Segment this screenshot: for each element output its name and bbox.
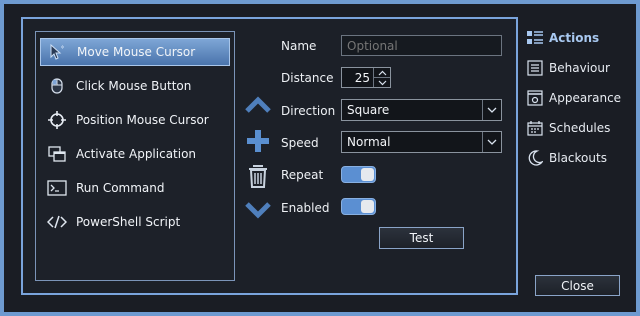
test-button[interactable]: Test — [379, 227, 464, 249]
trash-icon — [249, 165, 267, 188]
calendar-icon — [527, 120, 543, 136]
nav-label: Schedules — [549, 121, 611, 135]
nav-actions[interactable]: Actions — [527, 30, 599, 46]
direction-value: Square — [347, 103, 390, 117]
speed-value: Normal — [347, 135, 391, 149]
chevron-down-icon — [245, 202, 271, 219]
appearance-icon — [527, 90, 543, 106]
add-button[interactable] — [244, 129, 272, 157]
distance-value: 25 — [354, 71, 370, 85]
toggle-knob — [361, 168, 374, 181]
list-item-click-mouse-button[interactable]: Click Mouse Button — [40, 72, 230, 100]
nav-blackouts[interactable]: Blackouts — [527, 150, 607, 166]
repeat-toggle[interactable] — [341, 166, 376, 183]
mouse-cursor-icon — [47, 42, 69, 62]
name-field[interactable] — [341, 35, 502, 56]
delete-button[interactable] — [244, 163, 272, 193]
list-item-position-mouse-cursor[interactable]: Position Mouse Cursor — [40, 106, 230, 134]
list-item-label: Activate Application — [76, 147, 197, 161]
direction-label: Direction — [281, 104, 336, 118]
list-item-label: Click Mouse Button — [76, 79, 192, 93]
list-item-label: Position Mouse Cursor — [76, 113, 209, 127]
close-button[interactable]: Close — [535, 275, 620, 296]
distance-stepper[interactable]: 25 — [341, 67, 391, 88]
direction-select[interactable]: Square — [341, 99, 502, 121]
chevron-down-icon — [378, 80, 386, 85]
chevron-down-icon — [482, 100, 501, 120]
speed-label: Speed — [281, 136, 319, 150]
enabled-label: Enabled — [281, 201, 330, 215]
decrement-button[interactable] — [374, 77, 390, 87]
moon-icon — [527, 150, 543, 166]
crosshair-icon — [46, 110, 68, 130]
chevron-up-icon — [245, 96, 271, 113]
list-item-label: Move Mouse Cursor — [77, 45, 196, 59]
nav-label: Blackouts — [549, 151, 607, 165]
enabled-toggle[interactable] — [341, 198, 376, 215]
nav-label: Behaviour — [549, 61, 610, 75]
list-item-move-mouse-cursor[interactable]: Move Mouse Cursor — [40, 38, 230, 66]
distance-label: Distance — [281, 71, 334, 85]
list-item-activate-application[interactable]: Activate Application — [40, 140, 230, 168]
increment-button[interactable] — [374, 68, 390, 77]
list-item-label: PowerShell Script — [76, 215, 181, 229]
chevron-up-icon — [378, 70, 386, 75]
nav-label: Appearance — [549, 91, 622, 105]
list-item-run-command[interactable]: Run Command — [40, 174, 230, 202]
nav-appearance[interactable]: Appearance — [527, 90, 621, 106]
terminal-icon — [46, 178, 68, 198]
move-up-button[interactable] — [244, 96, 272, 118]
windows-icon — [46, 144, 68, 164]
list-item-label: Run Command — [76, 181, 165, 195]
mouse-icon — [46, 76, 68, 96]
list-item-powershell-script[interactable]: PowerShell Script — [40, 208, 230, 236]
nav-behaviour[interactable]: Behaviour — [527, 60, 610, 76]
nav-schedules[interactable]: Schedules — [527, 120, 610, 136]
repeat-label: Repeat — [281, 168, 324, 182]
name-label: Name — [281, 39, 317, 53]
code-icon — [46, 212, 68, 232]
action-list[interactable]: Move Mouse Cursor Click Mouse Button Pos… — [35, 31, 235, 281]
speed-select[interactable]: Normal — [341, 131, 502, 153]
list-icon — [527, 30, 543, 46]
toggle-knob — [361, 200, 374, 213]
plus-icon — [247, 130, 269, 152]
move-down-button[interactable] — [244, 201, 272, 223]
nav-label: Actions — [549, 31, 600, 45]
chevron-down-icon — [482, 132, 501, 152]
settings-list-icon — [527, 60, 543, 76]
